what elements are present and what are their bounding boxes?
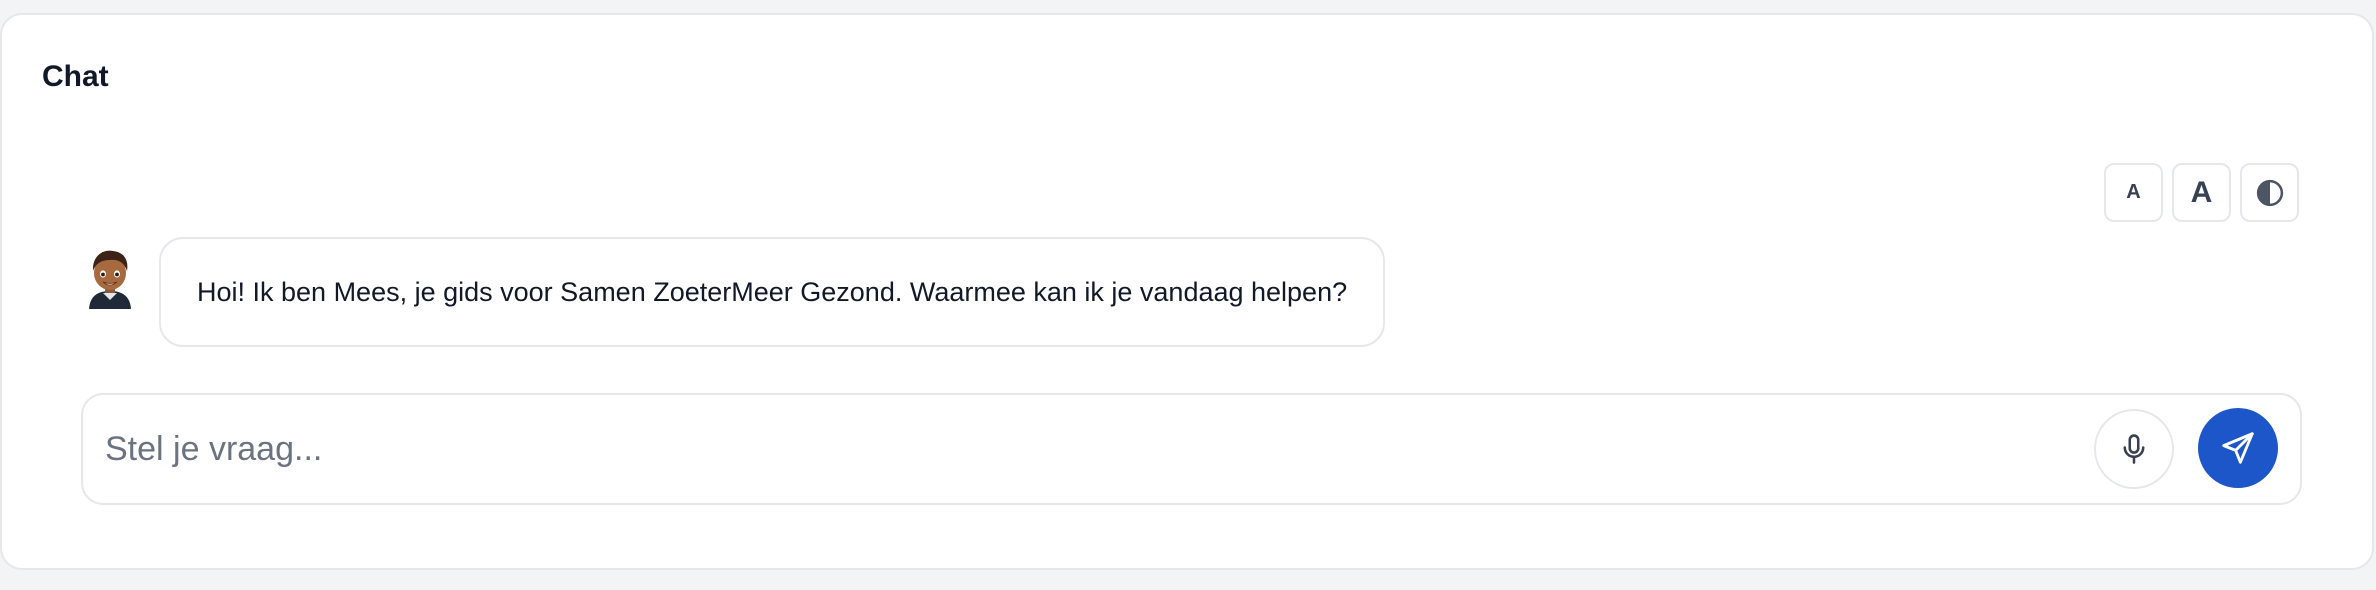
chat-panel: Chat A A Hoi! Ik ben Mees, je gids voor … xyxy=(0,13,2374,570)
decrease-font-size-label: A xyxy=(2126,181,2141,203)
decrease-font-size-button[interactable]: A xyxy=(2104,163,2163,222)
bot-message: Hoi! Ik ben Mees, je gids voor Samen Zoe… xyxy=(85,237,1386,347)
avatar-icon xyxy=(89,250,131,309)
microphone-button[interactable] xyxy=(2094,409,2174,489)
chat-title: Chat xyxy=(42,60,109,93)
accessibility-toolbar: A A xyxy=(2104,163,2299,222)
message-bubble: Hoi! Ik ben Mees, je gids voor Samen Zoe… xyxy=(159,237,1386,347)
microphone-icon xyxy=(2123,434,2145,464)
message-input[interactable] xyxy=(105,415,2054,483)
contrast-toggle-button[interactable] xyxy=(2240,163,2299,222)
increase-font-size-button[interactable]: A xyxy=(2172,163,2231,222)
send-button[interactable] xyxy=(2198,408,2278,488)
message-composer xyxy=(81,393,2302,505)
contrast-icon xyxy=(2256,179,2283,206)
send-icon xyxy=(2222,432,2254,464)
increase-font-size-label: A xyxy=(2190,175,2213,209)
